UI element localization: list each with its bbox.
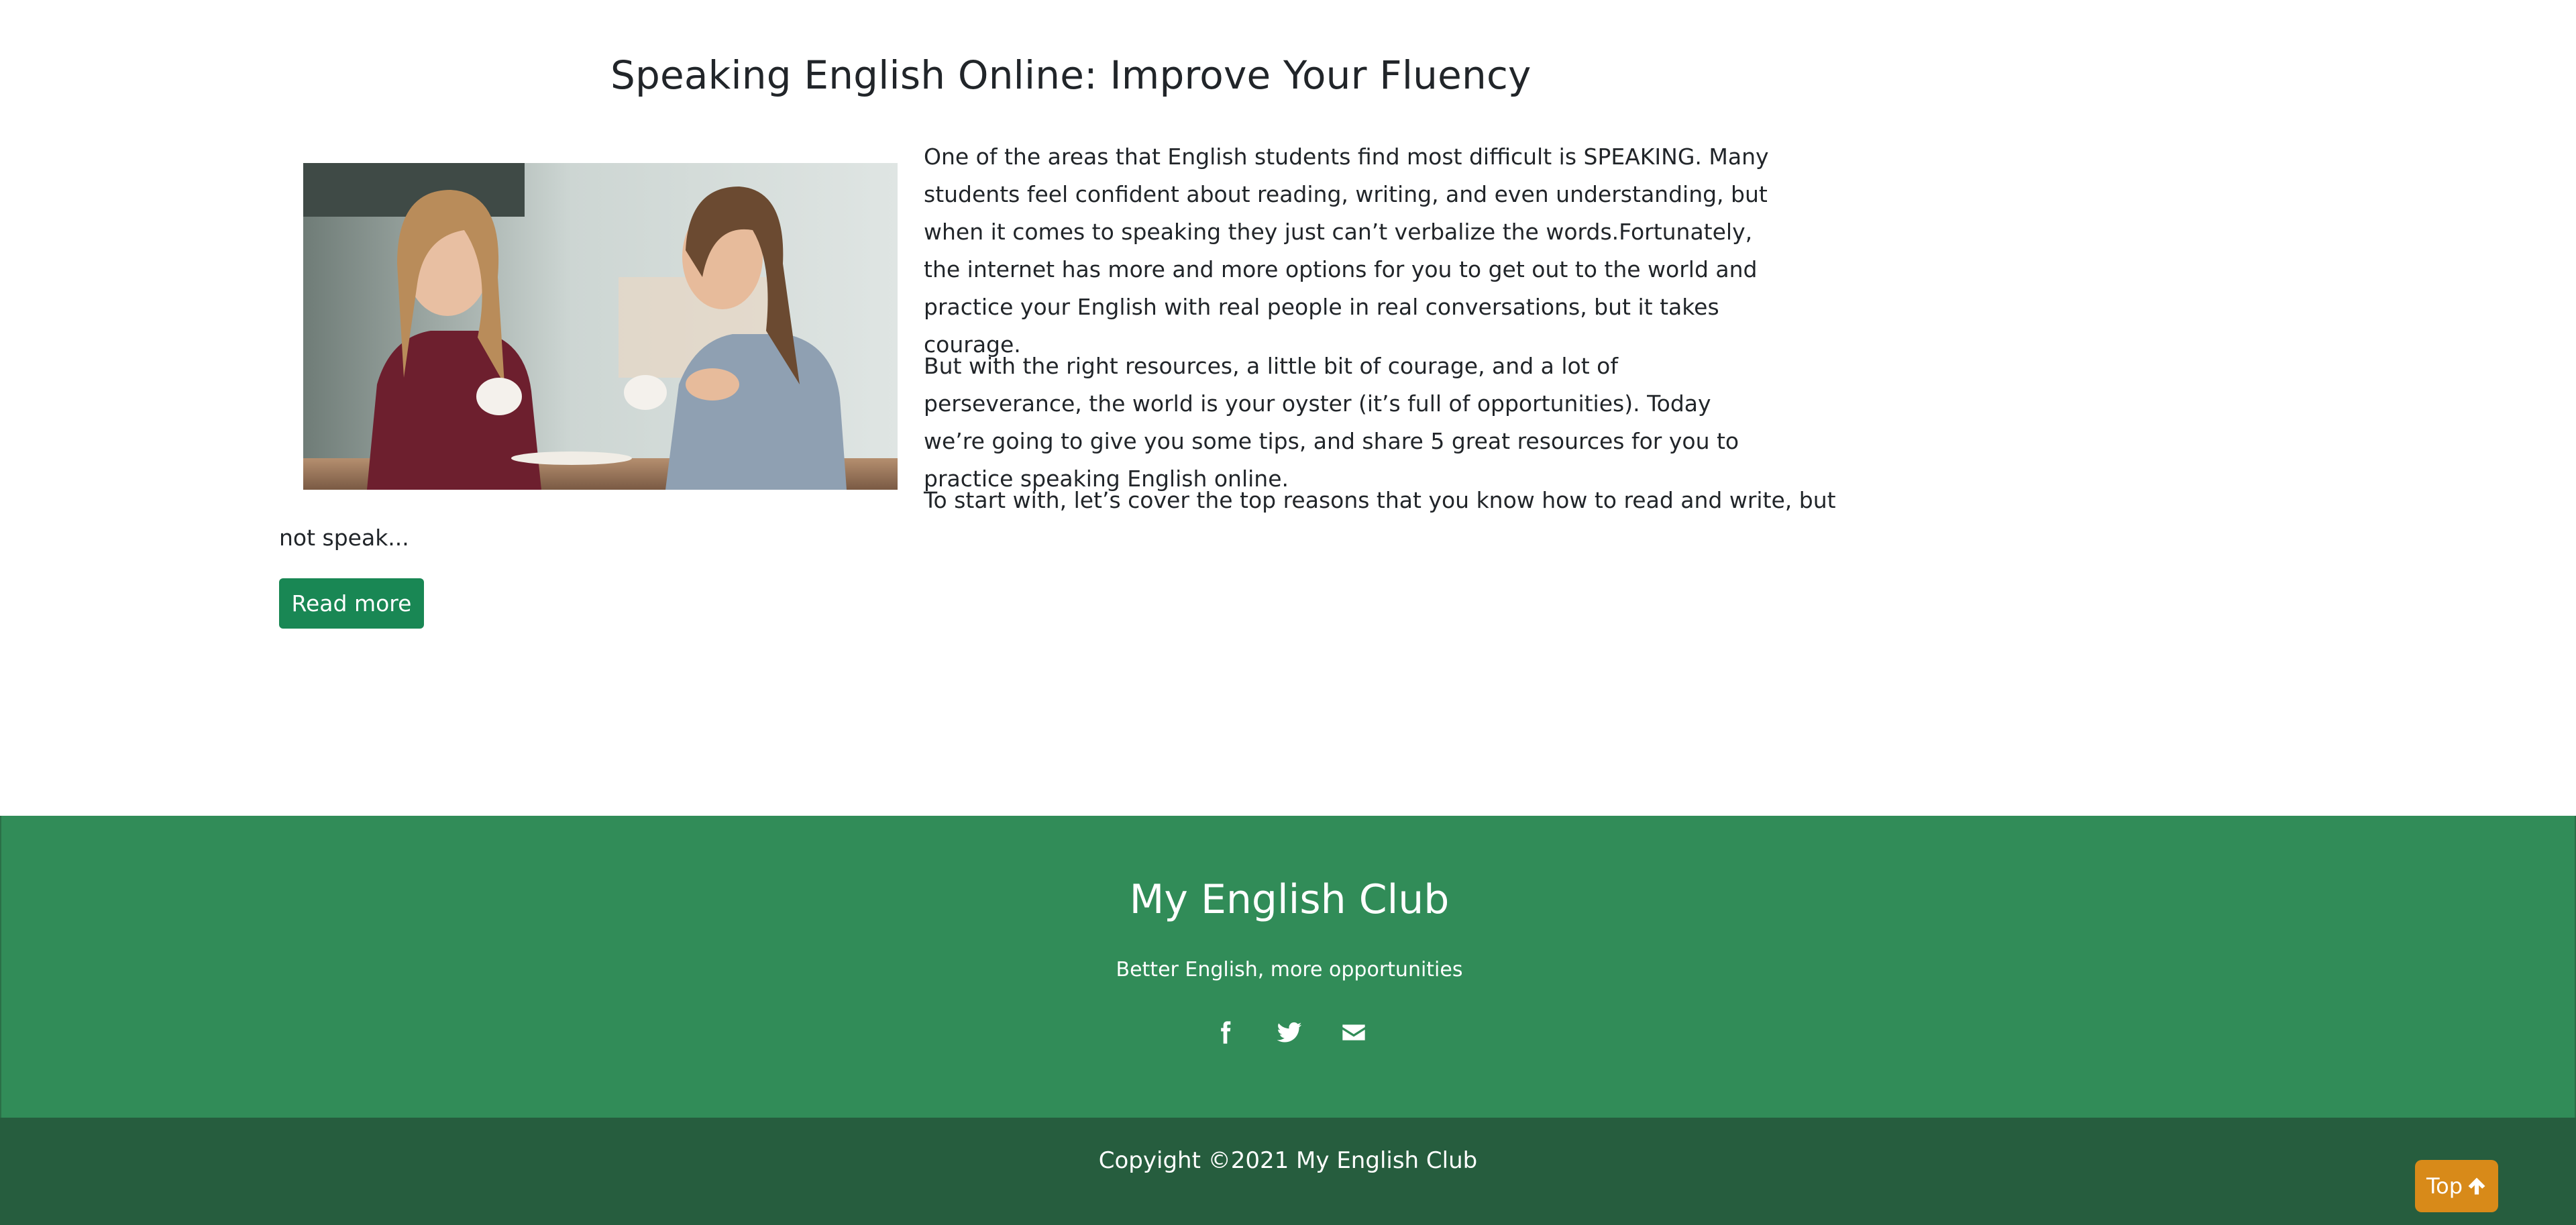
copyright-text: Copyight ©2021 My English Club <box>1098 1147 1478 1174</box>
top-button-label: Top <box>2426 1173 2463 1199</box>
post-excerpt-line-2: not speak... <box>279 525 409 551</box>
read-more-button[interactable]: Read more <box>279 578 424 629</box>
post-title[interactable]: Speaking English Online: Improve Your Fl… <box>610 52 1532 98</box>
social-links <box>1 1017 2576 1048</box>
footer-tagline: Better English, more opportunities <box>1116 958 1463 981</box>
post-paragraph-2: But with the right resources, a little b… <box>924 353 1739 492</box>
post-excerpt-line-1: To start with, let’s cover the top reaso… <box>924 487 1836 513</box>
footer-bottom-bar: Copyight ©2021 My English Club <box>0 1118 2576 1225</box>
article-preview: Speaking English Online: Improve Your Fl… <box>0 0 2576 816</box>
facebook-icon <box>1221 1021 1231 1044</box>
post-image <box>303 163 898 490</box>
envelope-icon <box>1342 1024 1365 1041</box>
footer-title: My English Club <box>1129 876 1450 923</box>
facebook-link[interactable] <box>1210 1017 1240 1048</box>
page: Speaking English Online: Improve Your Fl… <box>0 0 2576 1225</box>
post-paragraph-1: One of the areas that English students f… <box>924 144 1769 358</box>
email-link[interactable] <box>1338 1017 1369 1048</box>
twitter-icon <box>1277 1022 1302 1043</box>
arrow-up-icon <box>2468 1177 2485 1195</box>
back-to-top-button[interactable]: Top <box>2415 1160 2498 1212</box>
footer: My English Club Better English, more opp… <box>0 816 2576 1118</box>
twitter-link[interactable] <box>1274 1017 1305 1048</box>
